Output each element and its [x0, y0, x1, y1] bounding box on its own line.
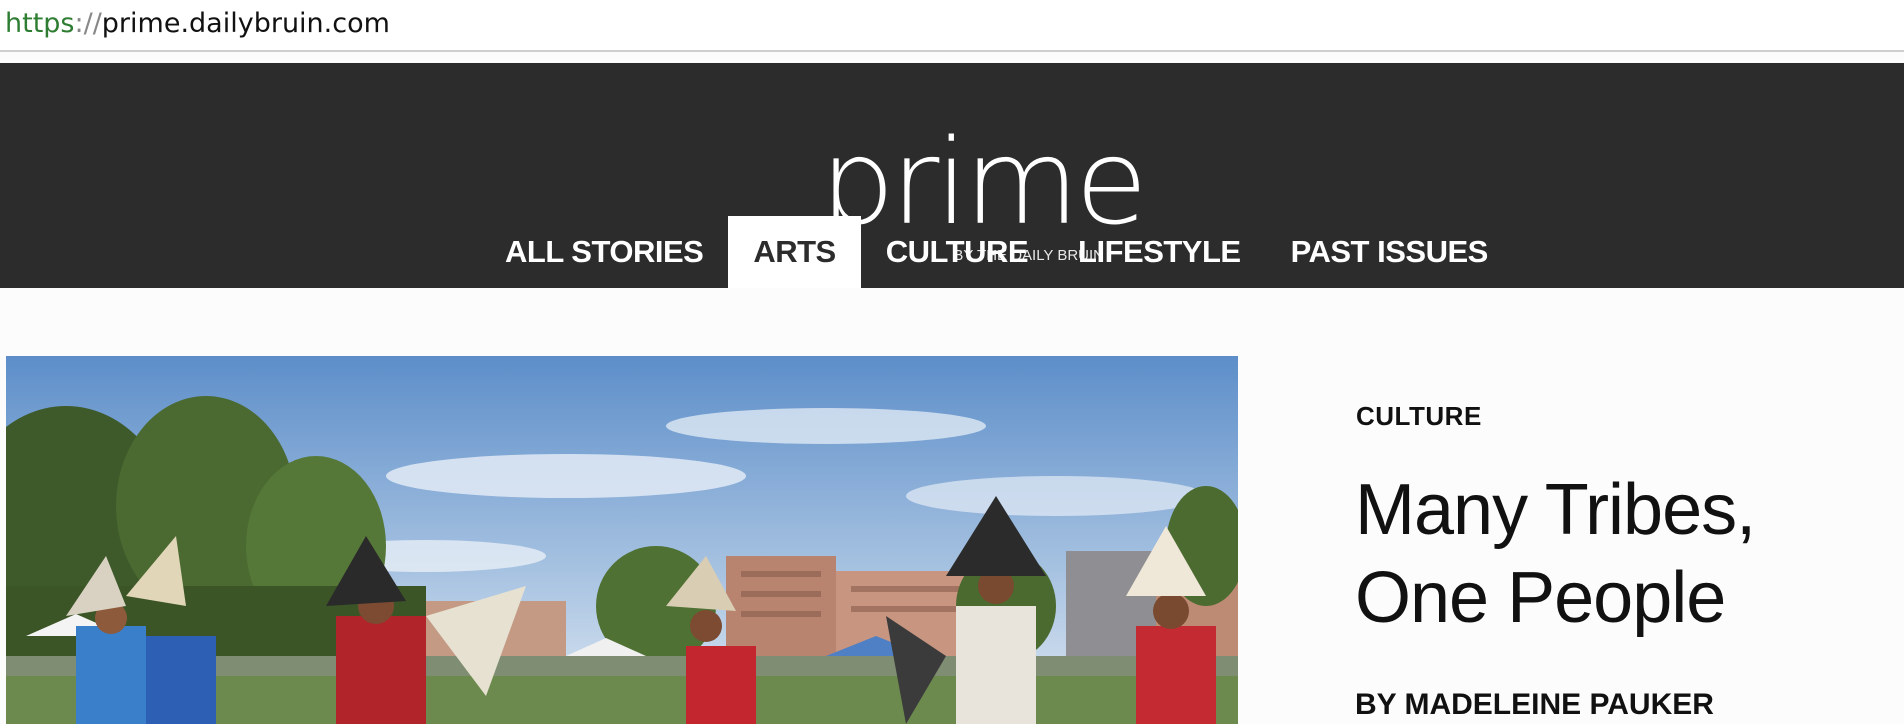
url-text[interactable]: https://prime.dailybruin.com [5, 8, 390, 39]
story-category[interactable]: CULTURE [1356, 401, 1482, 432]
url-separator: :// [74, 8, 102, 39]
story-headline[interactable]: Many Tribes, One People [1355, 466, 1875, 642]
pow-wow-dancers-photo-icon [6, 356, 1238, 724]
nav-past-issues[interactable]: PAST ISSUES [1266, 216, 1513, 288]
feature-image[interactable] [6, 356, 1238, 724]
url-scheme: https [5, 8, 75, 39]
nav-lifestyle[interactable]: LIFESTYLE [1053, 216, 1266, 288]
story-byline: BY MADELEINE PAUKER [1355, 688, 1714, 721]
address-bar[interactable]: https://prime.dailybruin.com [0, 0, 1904, 52]
nav-culture[interactable]: CULTURE [861, 216, 1053, 288]
nav-all-stories[interactable]: ALL STORIES [480, 216, 728, 288]
main-nav: ALL STORIES ARTS CULTURE LIFESTYLE PAST … [480, 216, 1513, 288]
nav-arts[interactable]: ARTS [728, 216, 861, 288]
url-host: prime.dailybruin.com [101, 8, 390, 39]
